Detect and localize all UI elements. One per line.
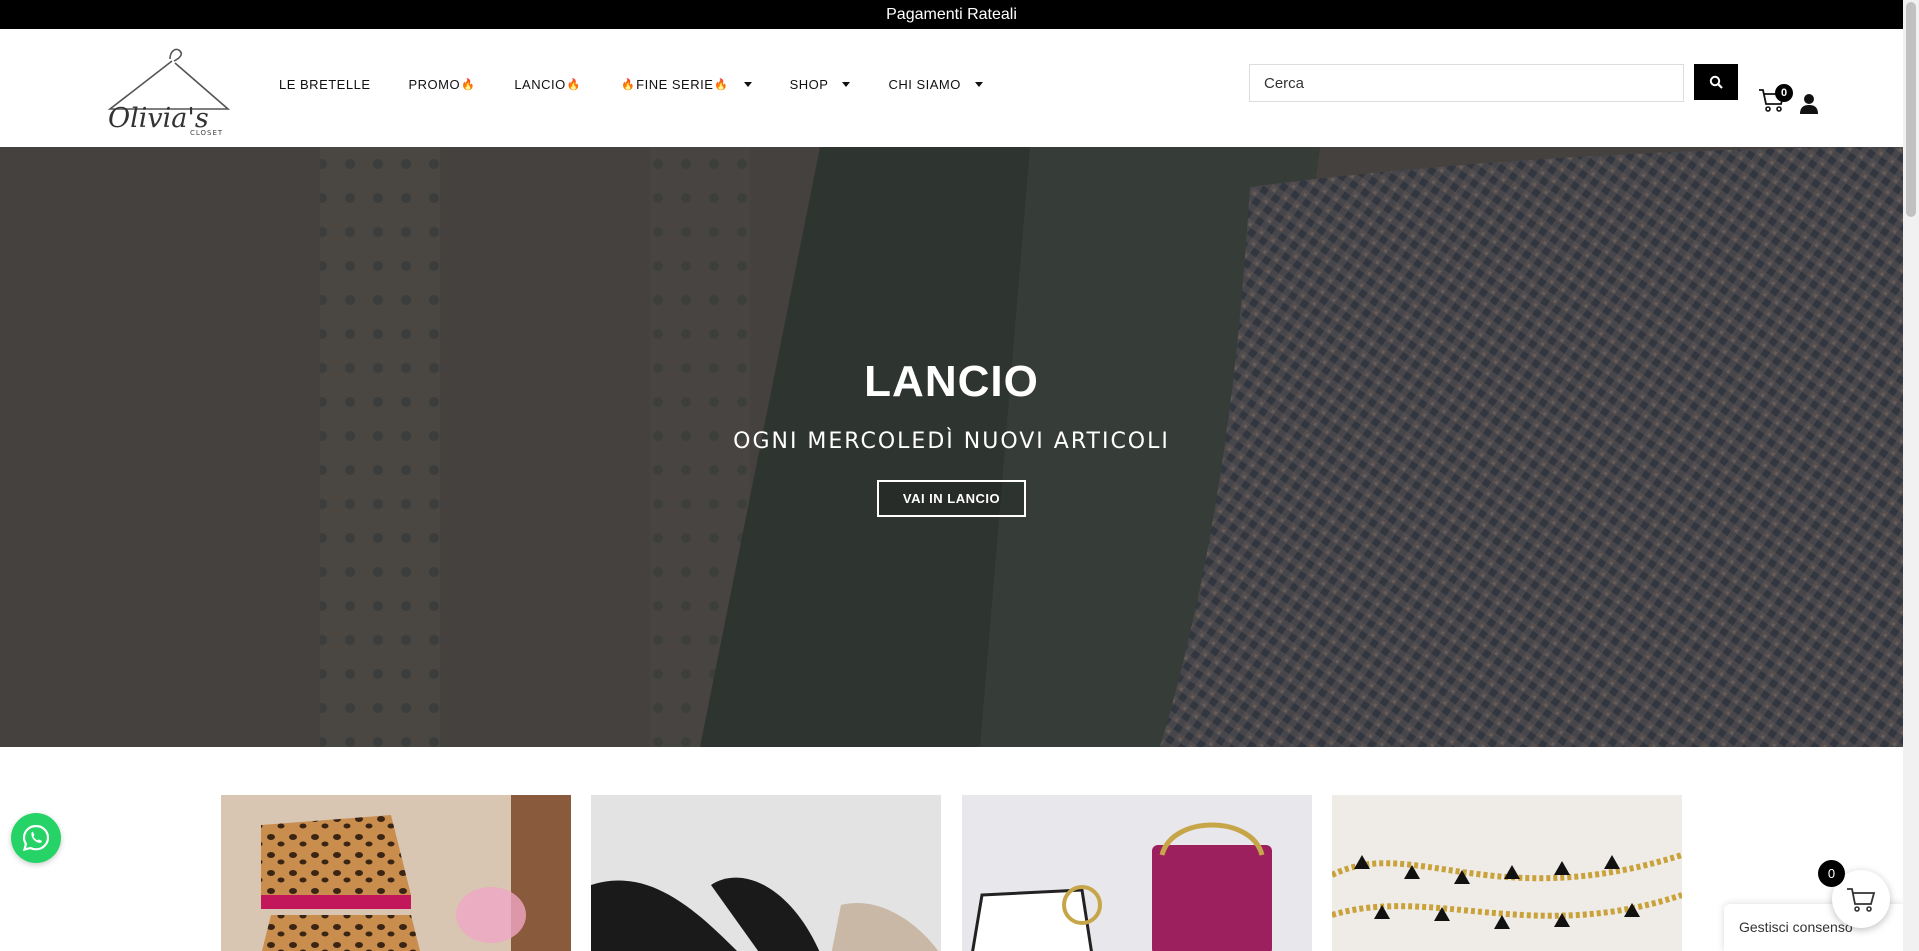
fire-icon: 🔥 [566,78,581,91]
search-input[interactable] [1249,64,1684,102]
category-card[interactable] [591,795,941,951]
category-cards [221,795,1683,951]
announcement-text: Pagamenti Rateali [886,5,1017,23]
announcement-bar: Pagamenti Rateali [0,0,1903,29]
nav-item-shop[interactable]: SHOP [790,77,851,92]
nav-label: CHI SIAMO [888,76,961,92]
nav-label: LE BRETELLE [279,76,371,92]
search-icon [1709,75,1723,89]
hero-cta-button[interactable]: VAI IN LANCIO [877,480,1026,517]
category-card[interactable] [962,795,1312,951]
nav-label: LANCIO [514,76,566,92]
site-logo[interactable]: Olivia's CLOSET [100,37,240,137]
fire-icon: 🔥 [461,78,476,91]
cart-count-badge: 0 [1775,84,1793,102]
shoes-image [591,795,941,951]
hero-content: LANCIO OGNI MERCOLEDÌ NUOVI ARTICOLI VAI… [0,147,1903,747]
cart-icon [1847,888,1876,912]
caret-down-icon [743,81,752,87]
nav-item-lancio[interactable]: LANCIO 🔥 [514,77,582,92]
nav-item-chi-siamo[interactable]: CHI SIAMO [888,76,983,92]
nav-label: PROMO [408,76,461,92]
nav-label: FINE SERIE [636,76,714,92]
fire-icon: 🔥 [714,78,729,91]
whatsapp-icon [22,824,50,852]
whatsapp-button[interactable] [11,813,61,863]
search-button[interactable] [1694,64,1738,100]
hero-subtitle: OGNI MERCOLEDÌ NUOVI ARTICOLI [733,429,1170,454]
category-card[interactable] [1332,795,1682,951]
nav-item-promo[interactable]: PROMO 🔥 [409,77,477,92]
user-icon[interactable] [1799,93,1819,115]
hero-title: LANCIO [864,357,1039,406]
floating-cart-count-badge: 0 [1818,860,1845,887]
site-header: Olivia's CLOSET LE BRETELLE PROMO 🔥 LANC… [0,29,1903,147]
leopard-outfit-image [221,795,571,951]
bags-image [962,795,1312,951]
accessories-image [1332,795,1682,951]
caret-down-icon [842,81,851,87]
category-card[interactable] [221,795,571,951]
caret-down-icon [974,81,983,87]
scrollbar-thumb[interactable] [1906,2,1916,217]
fire-icon: 🔥 [620,78,636,91]
logo-subtext: CLOSET [190,129,223,137]
hanger-logo-icon: Olivia's CLOSET [107,48,231,137]
nav-item-fine-serie[interactable]: 🔥 FINE SERIE 🔥 [620,77,752,92]
nav-label: SHOP [789,76,829,92]
hero-banner: LANCIO OGNI MERCOLEDÌ NUOVI ARTICOLI VAI… [0,147,1903,747]
nav-item-le-bretelle[interactable]: LE BRETELLE [279,77,371,92]
main-nav: LE BRETELLE PROMO 🔥 LANCIO 🔥 🔥 FINE SERI… [279,29,1021,139]
